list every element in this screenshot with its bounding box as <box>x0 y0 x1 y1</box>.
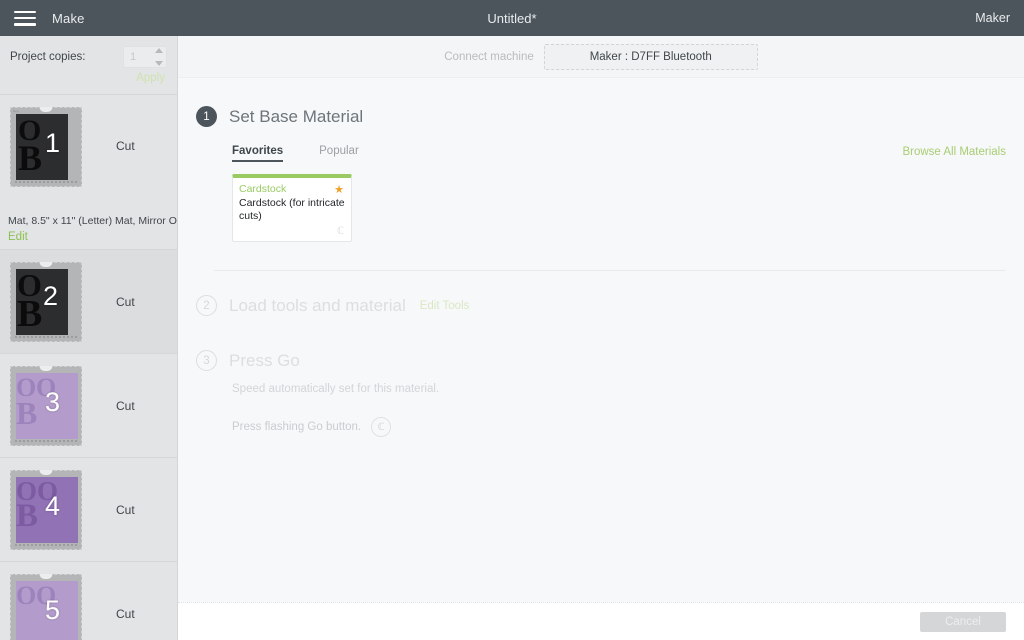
step1-badge: 1 <box>196 106 217 127</box>
tab-favorites[interactable]: Favorites <box>232 145 284 162</box>
step1-header: 1 Set Base Material <box>196 106 1024 127</box>
cricut-go-icon: ℂ <box>371 417 392 437</box>
project-copies-stepper[interactable] <box>123 46 167 68</box>
mat-row[interactable]: Reg O B 1 Cut Mat, 8.5" x 11" (Letter) M… <box>0 95 177 250</box>
mat-clip-icon <box>39 107 53 112</box>
mat-operation-label: Cut <box>116 139 135 153</box>
mat-row[interactable]: O O 5 Cut <box>0 562 177 640</box>
mat-number: 2 <box>43 280 59 311</box>
mat-corner-mark: Reg <box>13 109 19 113</box>
top-bar: Make Untitled* Maker <box>0 0 1024 36</box>
step2-badge: 2 <box>196 295 217 316</box>
press-go-line: Press flashing Go button. ℂ <box>232 417 1024 437</box>
mat-edit-link[interactable]: Edit <box>8 231 28 243</box>
mat-operation-label: Cut <box>116 294 135 309</box>
step3-badge: 3 <box>196 350 217 371</box>
mat-number: 5 <box>45 594 61 625</box>
apply-copies-link[interactable]: Apply <box>136 72 165 84</box>
chevron-up-icon[interactable] <box>155 48 163 53</box>
edit-tools-link[interactable]: Edit Tools <box>420 300 470 312</box>
steps-content: 1 Set Base Material Browse All Materials… <box>178 78 1024 598</box>
material-card-cardstock[interactable]: Cardstock ★ Cardstock (for intricate cut… <box>232 174 352 242</box>
chevron-down-icon[interactable] <box>155 61 163 66</box>
project-copies-input[interactable] <box>124 51 150 63</box>
section-divider <box>214 270 1006 271</box>
mat-list: Reg O B 1 Cut Mat, 8.5" x 11" (Letter) M… <box>0 95 177 640</box>
mat-material-sheet: O B <box>16 114 68 180</box>
mat-thumbnail: O O B 4 <box>10 469 82 550</box>
mat-operation-label: Cut <box>116 606 135 621</box>
step-press-go: 3 Press Go Speed automatically set for t… <box>196 350 1024 437</box>
mat-row[interactable]: O O B 4 Cut <box>0 458 177 562</box>
make-screen: Make Untitled* Maker Project copies: App… <box>0 0 1024 640</box>
mat-clip-icon <box>39 573 53 579</box>
mat-operation-label: Cut <box>116 398 135 413</box>
mat-material-sheet: O B <box>16 268 68 335</box>
mat-row[interactable]: O B 2 Cut <box>0 250 177 354</box>
step3-title: Press Go <box>229 350 300 370</box>
mat-artwork: O B <box>17 268 43 335</box>
tab-popular[interactable]: Popular <box>319 145 359 162</box>
mat-sidebar[interactable]: Project copies: Apply Reg <box>0 36 178 640</box>
mat-thumbnail: O O B 3 <box>10 365 82 446</box>
step1-title: Set Base Material <box>229 106 364 126</box>
mat-meta-label: Mat, 8.5" x 11" (Letter) Mat, Mirror Off <box>8 215 178 227</box>
project-copies-panel: Project copies: Apply <box>0 36 177 94</box>
machine-select-button[interactable]: Maker : D7FF Bluetooth <box>543 43 758 70</box>
step2-header: 2 Load tools and material Edit Tools <box>196 295 1024 316</box>
step-load-tools: 2 Load tools and material Edit Tools <box>196 295 1024 316</box>
mat-clip-icon <box>39 365 53 371</box>
mat-edge-dots <box>15 543 77 546</box>
press-go-text: Press flashing Go button. <box>232 421 362 433</box>
mat-row[interactable]: O O B 3 Cut <box>0 354 177 458</box>
mat-operation-label: Cut <box>116 502 135 517</box>
mat-number: 3 <box>45 386 61 417</box>
cricut-c-logo-icon: ℂ <box>337 226 344 237</box>
mat-edge-dots <box>15 181 77 183</box>
mat-thumbnail: Reg O B 1 <box>10 107 82 187</box>
material-card-description: Cardstock (for intricate cuts) <box>239 197 345 223</box>
mat-number: 1 <box>45 128 61 158</box>
step2-title: Load tools and material <box>229 295 406 315</box>
stepper-arrows[interactable] <box>155 48 163 66</box>
mat-artwork: O B <box>18 114 43 178</box>
main-panel: Connect machine Maker : D7FF Bluetooth 1… <box>178 36 1024 640</box>
mat-edge-dots <box>15 335 77 338</box>
bottom-bar: Cancel <box>178 602 1024 640</box>
hamburger-icon[interactable] <box>14 10 36 26</box>
project-copies-label: Project copies: <box>10 51 86 63</box>
mat-thumbnail: O B 2 <box>10 261 82 342</box>
mat-number: 4 <box>45 490 61 521</box>
mat-clip-icon <box>39 469 53 475</box>
mat-thumbnail: O O 5 <box>10 573 82 640</box>
mat-clip-icon <box>39 261 53 267</box>
mat-edge-dots <box>15 439 77 442</box>
step3-header: 3 Press Go <box>196 350 1024 371</box>
speed-note: Speed automatically set for this materia… <box>232 383 440 395</box>
make-label: Make <box>52 10 85 26</box>
cancel-button[interactable]: Cancel <box>920 611 1006 632</box>
machine-name-label: Maker <box>975 11 1010 25</box>
star-icon[interactable]: ★ <box>334 183 344 196</box>
connect-machine-bar: Connect machine Maker : D7FF Bluetooth <box>178 36 1024 78</box>
browse-all-materials-link[interactable]: Browse All Materials <box>902 146 1006 158</box>
connect-machine-label: Connect machine <box>444 50 534 63</box>
step-set-base-material: 1 Set Base Material Browse All Materials… <box>196 106 1024 242</box>
project-title: Untitled* <box>487 10 537 26</box>
